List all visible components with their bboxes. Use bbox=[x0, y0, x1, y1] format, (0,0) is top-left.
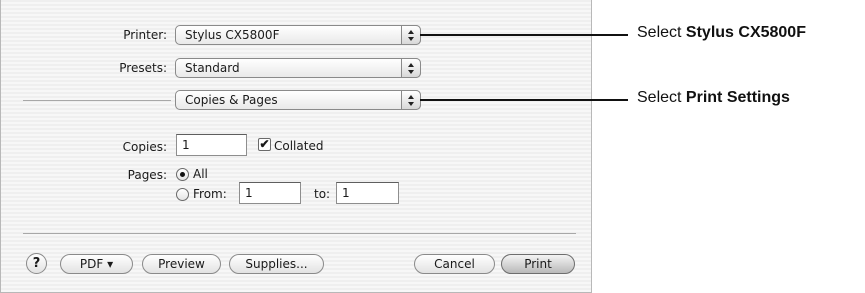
from-field[interactable]: 1 bbox=[239, 182, 301, 204]
to-label: to: bbox=[314, 187, 331, 201]
print-button[interactable]: Print bbox=[501, 254, 575, 274]
printer-callout-target: Stylus CX5800F bbox=[685, 24, 806, 41]
print-dialog: Printer: Stylus CX5800F Presets: Standar… bbox=[0, 0, 592, 293]
settings-callout-prefix: Select bbox=[637, 89, 686, 106]
preview-button[interactable]: Preview bbox=[142, 254, 221, 274]
copies-label: Copies: bbox=[122, 140, 167, 154]
printer-callout-prefix: Select bbox=[637, 24, 686, 41]
footer-divider bbox=[23, 233, 576, 234]
settings-leader-line bbox=[420, 99, 628, 101]
pages-all-radio[interactable] bbox=[176, 168, 189, 181]
printer-popup-value: Stylus CX5800F bbox=[185, 28, 280, 42]
presets-label: Presets: bbox=[119, 61, 167, 75]
pages-from-label: From: bbox=[193, 187, 227, 201]
popup-arrows-icon bbox=[401, 58, 421, 78]
settings-callout: Select Print Settings bbox=[637, 89, 790, 107]
help-button[interactable]: ? bbox=[26, 253, 47, 274]
settings-callout-target: Print Settings bbox=[685, 89, 790, 106]
pages-from-radio[interactable] bbox=[176, 188, 189, 201]
collated-checkbox[interactable]: ✔ bbox=[258, 138, 271, 151]
popup-arrows-icon bbox=[401, 90, 421, 110]
section-popup-value: Copies & Pages bbox=[185, 93, 278, 107]
printer-popup[interactable]: Stylus CX5800F bbox=[175, 25, 421, 45]
presets-popup[interactable]: Standard bbox=[175, 58, 421, 78]
presets-popup-value: Standard bbox=[185, 61, 240, 75]
section-divider-left bbox=[23, 100, 171, 101]
cancel-button[interactable]: Cancel bbox=[414, 254, 495, 274]
popup-arrows-icon bbox=[401, 25, 421, 45]
pages-all-label: All bbox=[193, 167, 208, 181]
printer-callout: Select Stylus CX5800F bbox=[637, 24, 806, 42]
copies-field[interactable]: 1 bbox=[176, 134, 247, 156]
section-popup[interactable]: Copies & Pages bbox=[175, 90, 421, 110]
collated-label: Collated bbox=[274, 139, 324, 153]
pdf-button[interactable]: PDF ▾ bbox=[60, 254, 133, 274]
printer-leader-line bbox=[420, 34, 628, 36]
pages-label: Pages: bbox=[127, 168, 167, 182]
printer-label: Printer: bbox=[123, 28, 167, 42]
supplies-button[interactable]: Supplies... bbox=[229, 254, 324, 274]
to-field[interactable]: 1 bbox=[336, 182, 399, 204]
